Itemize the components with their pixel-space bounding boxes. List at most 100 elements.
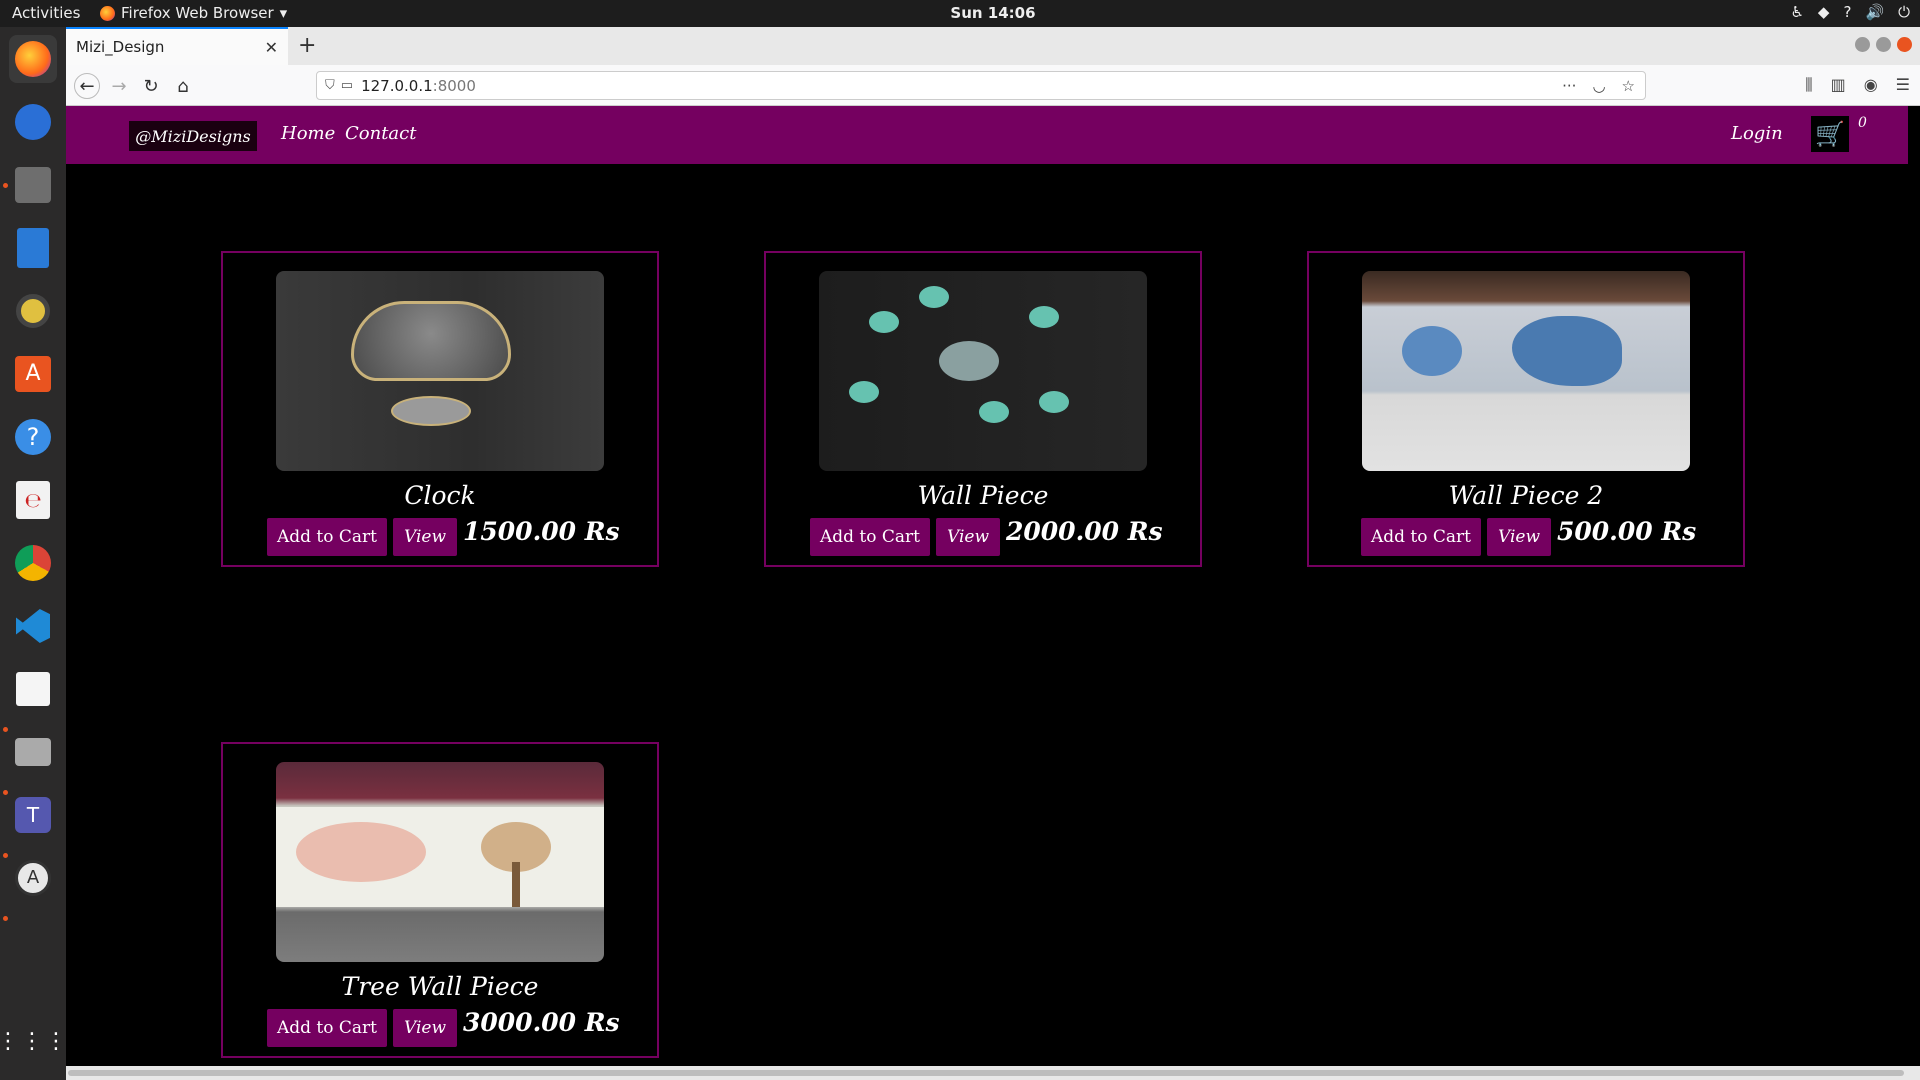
sidebar-icon[interactable]: ▥ xyxy=(1831,75,1846,95)
peacock-shape xyxy=(1512,316,1622,386)
bird-shape xyxy=(1402,326,1462,376)
tab-mizi-design[interactable]: Mizi_Design ✕ xyxy=(66,27,288,65)
window-controls xyxy=(1855,37,1912,52)
rhythmbox-icon[interactable] xyxy=(9,287,57,335)
back-button[interactable]: ← xyxy=(74,73,100,99)
cart-icon[interactable]: 🛒 xyxy=(1811,116,1849,152)
running-indicator xyxy=(3,790,8,795)
vscode-icon[interactable] xyxy=(9,602,57,650)
url-bar[interactable]: ⛉ ▭ 127.0.0.1:8000 ··· ◡ ☆ xyxy=(316,71,1646,100)
wall-flower xyxy=(1029,306,1059,328)
product-image-tree-wall-piece[interactable] xyxy=(276,762,604,962)
tree-trunk xyxy=(512,862,520,907)
url-host: 127.0.0.1 xyxy=(361,76,433,95)
add-to-cart-button[interactable]: Add to Cart xyxy=(267,1009,387,1047)
product-title: Wall Piece 2 xyxy=(1448,481,1604,510)
product-title: Tree Wall Piece xyxy=(341,972,539,1001)
view-button[interactable]: View xyxy=(393,518,457,556)
nav-home-link[interactable]: Home xyxy=(281,123,335,144)
view-button[interactable]: View xyxy=(393,1009,457,1047)
scanner-icon xyxy=(15,738,51,766)
printer-icon[interactable] xyxy=(9,728,57,776)
new-tab-button[interactable]: + xyxy=(298,33,316,58)
notepad-icon xyxy=(16,672,50,706)
add-to-cart-button[interactable]: Add to Cart xyxy=(810,518,930,556)
running-indicator xyxy=(3,853,8,858)
software-icon[interactable]: A xyxy=(9,350,57,398)
show-applications-icon[interactable]: ⋮⋮⋮ xyxy=(0,1017,67,1065)
horizontal-scrollbar[interactable] xyxy=(66,1066,1920,1080)
add-to-cart-button[interactable]: Add to Cart xyxy=(267,518,387,556)
grid-icon: ⋮⋮⋮ xyxy=(0,1028,69,1054)
close-tab-icon[interactable]: ✕ xyxy=(265,38,278,57)
scrollbar-thumb[interactable] xyxy=(68,1070,1904,1076)
maximize-button[interactable] xyxy=(1876,37,1891,52)
system-clock[interactable]: Sun 14:06 xyxy=(0,4,1920,22)
mail-icon xyxy=(15,104,51,140)
teams-logo-icon: T xyxy=(15,797,51,833)
minimize-button[interactable] xyxy=(1855,37,1870,52)
writer-icon[interactable] xyxy=(9,224,57,272)
wall-flower xyxy=(869,311,899,333)
url-port: :8000 xyxy=(432,76,476,95)
running-indicator xyxy=(3,916,8,921)
teams-icon[interactable]: T xyxy=(9,791,57,839)
product-price: 1500.00 Rs xyxy=(463,517,620,546)
product-image-wall-piece-2[interactable] xyxy=(1362,271,1690,471)
product-card: Clock Add to Cart View 1500.00 Rs xyxy=(221,251,659,567)
page-info-icon[interactable]: ▭ xyxy=(341,78,353,93)
navigation-toolbar: ← → ↻ ⌂ ⛉ ▭ 127.0.0.1:8000 ··· ◡ ☆ ⫼ ▥ ◉… xyxy=(66,65,1920,106)
menu-icon[interactable]: ☰ xyxy=(1896,75,1910,95)
nav-contact-link[interactable]: Contact xyxy=(345,123,416,144)
library-icon[interactable]: ⫼ xyxy=(1805,75,1812,95)
chrome-icon[interactable] xyxy=(9,539,57,587)
teams-tray-icon[interactable]: ◆ xyxy=(1818,3,1830,21)
running-indicator xyxy=(3,183,8,188)
close-window-button[interactable] xyxy=(1897,37,1912,52)
shield-icon[interactable]: ⛉ xyxy=(325,78,335,93)
product-card: Wall Piece 2 Add to Cart View 500.00 Rs xyxy=(1307,251,1745,567)
pocket-icon[interactable]: ◡ xyxy=(1592,77,1605,95)
running-indicator xyxy=(3,727,8,732)
product-image-clock[interactable] xyxy=(276,271,604,471)
files-icon[interactable] xyxy=(9,161,57,209)
code-icon xyxy=(16,609,50,643)
chrome-logo-icon xyxy=(15,545,51,581)
view-button[interactable]: View xyxy=(1487,518,1551,556)
power-icon[interactable]: ⏻ xyxy=(1898,3,1910,21)
updater-icon[interactable]: A xyxy=(9,854,57,902)
thunderbird-icon[interactable] xyxy=(9,98,57,146)
tab-bar: Mizi_Design ✕ + xyxy=(66,27,1920,65)
reload-button[interactable]: ↻ xyxy=(138,73,164,99)
product-price: 500.00 Rs xyxy=(1557,517,1697,546)
forward-button[interactable]: → xyxy=(106,73,132,99)
login-link[interactable]: Login xyxy=(1731,123,1783,144)
account-icon[interactable]: ◉ xyxy=(1864,75,1878,95)
add-to-cart-button[interactable]: Add to Cart xyxy=(1361,518,1481,556)
help-icon[interactable]: ? xyxy=(1843,3,1851,21)
dock: A ? ℮ T A ⋮⋮⋮ xyxy=(0,27,67,1080)
help-dock-icon[interactable]: ? xyxy=(9,413,57,461)
product-card: Tree Wall Piece Add to Cart View 3000.00… xyxy=(221,742,659,1058)
clock-balloon-shape xyxy=(351,301,511,381)
text-editor-icon[interactable] xyxy=(9,665,57,713)
shopping-bag-icon: A xyxy=(15,356,51,392)
brand-logo[interactable]: @MiziDesigns xyxy=(129,121,257,151)
view-button[interactable]: View xyxy=(936,518,1000,556)
page-actions-icon[interactable]: ··· xyxy=(1562,77,1576,95)
system-tray[interactable]: ♿ ◆ ? 🔊 ⏻ xyxy=(1790,3,1910,21)
firefox-dock-icon[interactable] xyxy=(9,35,57,83)
firefox-icon xyxy=(15,41,51,77)
document-viewer-icon[interactable]: ℮ xyxy=(9,476,57,524)
product-image-wall-piece[interactable] xyxy=(819,271,1147,471)
question-icon: ? xyxy=(15,419,51,455)
volume-icon[interactable]: 🔊 xyxy=(1865,3,1884,21)
cart-count-badge: 0 xyxy=(1858,115,1867,131)
product-price: 3000.00 Rs xyxy=(463,1008,620,1037)
wall-flower xyxy=(1039,391,1069,413)
software-updater-icon: A xyxy=(15,860,51,896)
browser-window: Mizi_Design ✕ + ← → ↻ ⌂ ⛉ ▭ 127.0.0.1:80… xyxy=(66,27,1920,1080)
bookmark-star-icon[interactable]: ☆ xyxy=(1622,77,1635,95)
accessibility-icon[interactable]: ♿ xyxy=(1790,3,1803,21)
home-button[interactable]: ⌂ xyxy=(170,73,196,99)
